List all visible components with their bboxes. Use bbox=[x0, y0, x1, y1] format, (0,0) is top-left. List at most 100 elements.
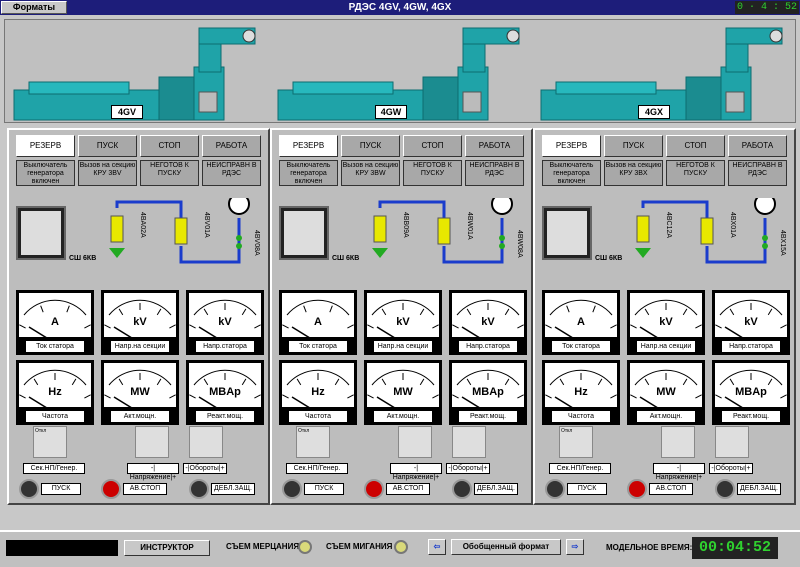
gauge-unit: kV bbox=[481, 316, 495, 328]
control-knob[interactable] bbox=[282, 479, 302, 499]
mode-button[interactable]: РЕЗЕРВ bbox=[542, 135, 601, 157]
control-knob[interactable] bbox=[189, 479, 209, 499]
switch-label: -|Напряжение|+ bbox=[653, 463, 705, 481]
switch-label: -|Обороты|+ bbox=[446, 463, 490, 474]
voltage-switch[interactable] bbox=[661, 426, 695, 458]
gauge-unit: MW bbox=[393, 386, 413, 398]
busbar-label: СШ 6КВ bbox=[332, 255, 360, 262]
generator-panel: РЕЗЕРВ Выключатель генератора включен ПУСК… bbox=[7, 128, 270, 505]
status-indicator: НЕГОТОВ К ПУСКУ bbox=[666, 160, 725, 186]
gauge: A Ток статора bbox=[542, 290, 620, 355]
control-knob[interactable] bbox=[715, 479, 735, 499]
synchroscope-icon bbox=[279, 206, 329, 260]
instructor-button[interactable]: ИНСТРУКТОР bbox=[124, 540, 210, 556]
gauge: kV Напр.статора bbox=[712, 290, 790, 355]
speed-switch[interactable] bbox=[715, 426, 749, 458]
mode-button[interactable]: РАБОТА bbox=[465, 135, 524, 157]
switch-label: -|Напряжение|+ bbox=[390, 463, 442, 481]
knob-label: ПУСК bbox=[567, 483, 607, 495]
switch-label: -|Обороты|+ bbox=[709, 463, 753, 474]
gauge-unit: MBAp bbox=[472, 386, 504, 398]
control-knob[interactable] bbox=[452, 479, 472, 499]
section-switch[interactable]: Откл bbox=[296, 426, 330, 458]
gauge: A Ток статора bbox=[279, 290, 357, 355]
mode-button[interactable]: ПУСК bbox=[78, 135, 137, 157]
generator-unit[interactable]: 4GV bbox=[9, 22, 269, 122]
knob-label: ДЕБЛ.ЗАЩ. bbox=[474, 483, 518, 495]
knob-label: ДЕБЛ.ЗАЩ. bbox=[737, 483, 781, 495]
control-knob[interactable] bbox=[19, 479, 39, 499]
control-knob[interactable] bbox=[627, 479, 647, 499]
gauge-label: Частота bbox=[552, 411, 610, 422]
generator-panel: РЕЗЕРВ Выключатель генератора включен ПУСК… bbox=[270, 128, 533, 505]
generator-mimic-area: 4GV 4GW 4GX bbox=[4, 19, 796, 123]
mode-button[interactable]: СТОП bbox=[140, 135, 199, 157]
knob-label: АВ.СТОП bbox=[386, 483, 430, 495]
control-knob[interactable] bbox=[545, 479, 565, 499]
switch-off-label: Откл bbox=[561, 428, 573, 434]
switch-label: Сек.НП/Генер. bbox=[23, 463, 85, 474]
gauge: kV Напр.статора bbox=[186, 290, 264, 355]
gauge-unit: MW bbox=[656, 386, 676, 398]
knob-label: ПУСК bbox=[304, 483, 344, 495]
voltage-switch[interactable] bbox=[135, 426, 169, 458]
gauge-label: Ток статора bbox=[289, 341, 347, 352]
gauge-unit: A bbox=[577, 316, 585, 328]
speed-switch[interactable] bbox=[452, 426, 486, 458]
gauge-label: Напр.статора bbox=[459, 341, 517, 352]
status-indicator: Выключатель генератора включен bbox=[542, 160, 601, 186]
knob-label: АВ.СТОП bbox=[649, 483, 693, 495]
gauge-unit: kV bbox=[133, 316, 147, 328]
switch-label: Сек.НП/Генер. bbox=[286, 463, 348, 474]
gauge-label: Акт.мощн. bbox=[111, 411, 169, 422]
flicker-ack-button[interactable] bbox=[298, 540, 312, 554]
control-knob[interactable] bbox=[101, 479, 121, 499]
status-indicator: Выключатель генератора включен bbox=[279, 160, 338, 186]
gauge: MBAp Реакт.мощ. bbox=[449, 360, 527, 425]
mode-button[interactable]: ПУСК bbox=[341, 135, 400, 157]
formats-menu-button[interactable]: Форматы bbox=[1, 1, 67, 14]
mode-button[interactable]: СТОП bbox=[403, 135, 462, 157]
breaker-label: 4BV01A bbox=[203, 212, 210, 238]
mode-button[interactable]: СТОП bbox=[666, 135, 725, 157]
mode-button[interactable]: РАБОТА bbox=[728, 135, 787, 157]
generator-unit[interactable]: 4GW bbox=[273, 22, 533, 122]
gauge-label: Реакт.мощ. bbox=[722, 411, 780, 422]
breaker-label: 4BB09A bbox=[402, 212, 409, 238]
mode-button[interactable]: ПУСК bbox=[604, 135, 663, 157]
general-format-button[interactable]: Обобщенный формат bbox=[451, 539, 561, 555]
status-indicator: Вызов на секцию КРУ 3BV bbox=[78, 160, 137, 186]
gauge: A Ток статора bbox=[16, 290, 94, 355]
breaker-label: 4BX15A bbox=[779, 230, 786, 256]
gauge-label: Напр.на секции bbox=[637, 341, 695, 352]
voltage-switch[interactable] bbox=[398, 426, 432, 458]
section-switch[interactable]: Откл bbox=[33, 426, 67, 458]
gauge: Hz Частота bbox=[279, 360, 357, 425]
control-knob[interactable] bbox=[364, 479, 384, 499]
gauge-unit: MW bbox=[130, 386, 150, 398]
next-format-icon[interactable]: ⇨ bbox=[566, 539, 584, 555]
status-indicator: НЕИСПРАВН В РДЭС bbox=[465, 160, 524, 186]
switch-label: -|Напряжение|+ bbox=[127, 463, 179, 481]
gauge-label: Частота bbox=[26, 411, 84, 422]
top-clock: 0 · 4 : 52 bbox=[735, 1, 799, 14]
single-line-diagram bbox=[635, 198, 776, 264]
gauge-unit: Hz bbox=[574, 386, 588, 398]
gauge-label: Ток статора bbox=[26, 341, 84, 352]
knob-label: ПУСК bbox=[41, 483, 81, 495]
section-switch[interactable]: Откл bbox=[559, 426, 593, 458]
gauge-unit: Hz bbox=[311, 386, 325, 398]
mode-button[interactable]: РЕЗЕРВ bbox=[16, 135, 75, 157]
mode-button[interactable]: РАБОТА bbox=[202, 135, 261, 157]
speed-switch[interactable] bbox=[189, 426, 223, 458]
window-title: РДЭС 4GV, 4GW, 4GX bbox=[348, 2, 452, 13]
gauge-label: Акт.мощн. bbox=[637, 411, 695, 422]
mode-button[interactable]: РЕЗЕРВ bbox=[279, 135, 338, 157]
gauge: Hz Частота bbox=[16, 360, 94, 425]
knob-label: ДЕБЛ.ЗАЩ. bbox=[211, 483, 255, 495]
generator-unit[interactable]: 4GX bbox=[536, 22, 796, 122]
status-indicator: НЕГОТОВ К ПУСКУ bbox=[140, 160, 199, 186]
prev-format-icon[interactable]: ⇦ bbox=[428, 539, 446, 555]
gauge-label: Напр.на секции bbox=[111, 341, 169, 352]
blink-ack-button[interactable] bbox=[394, 540, 408, 554]
